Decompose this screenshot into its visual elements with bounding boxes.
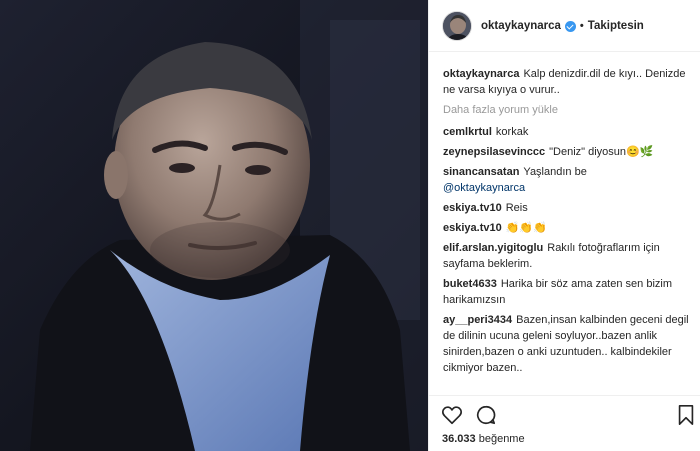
caption: oktaykaynarca Kalp denizdir.dil de kıyı..… bbox=[443, 66, 693, 98]
following-status-button[interactable]: Takiptesin bbox=[588, 20, 644, 32]
comment-text: 👏👏👏 bbox=[505, 222, 547, 234]
comment-username[interactable]: buket4633 bbox=[443, 278, 497, 290]
separator-dot: • bbox=[579, 19, 584, 32]
comment-username[interactable]: elif.arslan.yigitoglu bbox=[443, 242, 543, 254]
comment-item: eskiya.tv10 👏👏👏 bbox=[443, 220, 693, 236]
caption-username[interactable]: oktaykaynarca bbox=[443, 68, 519, 80]
instagram-post: oktaykaynarca • Takiptesin oktaykaynarca… bbox=[0, 0, 700, 451]
comment-mention-link[interactable]: @oktaykaynarca bbox=[443, 182, 525, 194]
comment-username[interactable]: zeynepsilasevinccc bbox=[443, 146, 545, 158]
likes-label: beğenme bbox=[478, 433, 525, 445]
load-more-comments-link[interactable]: Daha fazla yorum yükle bbox=[443, 104, 693, 116]
heart-icon[interactable] bbox=[441, 404, 463, 426]
comment-item: cemlkrtul korkak bbox=[443, 124, 693, 140]
comment-username[interactable]: eskiya.tv10 bbox=[443, 202, 502, 214]
comment-text: Reis bbox=[505, 202, 528, 214]
comment-text: "Deniz" diyosun😊🌿 bbox=[549, 146, 654, 158]
avatar-image bbox=[443, 11, 471, 40]
comment-item: elif.arslan.yigitoglu Rakılı fotoğrafları… bbox=[443, 240, 693, 272]
comment-username[interactable]: sinancansatan bbox=[443, 166, 519, 178]
post-photo[interactable] bbox=[0, 0, 428, 451]
comment-item: buket4633 Harika bir söz ama zaten sen bi… bbox=[443, 276, 693, 308]
action-bar bbox=[429, 395, 700, 429]
header-username[interactable]: oktaykaynarca bbox=[481, 20, 561, 32]
comment-item: sinancansatan Yaşlandın be @oktaykaynarca bbox=[443, 164, 693, 196]
comment-username[interactable]: ay__peri3434 bbox=[443, 314, 512, 326]
bookmark-icon[interactable] bbox=[675, 404, 697, 426]
comment-item: ay__peri3434 Bazen,insan kalbinden geceni… bbox=[443, 312, 693, 376]
post-side-panel: oktaykaynarca • Takiptesin oktaykaynarca… bbox=[428, 0, 700, 451]
comment-text: Yaşlandın be bbox=[523, 166, 587, 178]
portrait-image bbox=[0, 0, 428, 451]
post-header: oktaykaynarca • Takiptesin bbox=[429, 0, 700, 52]
comment-username[interactable]: eskiya.tv10 bbox=[443, 222, 502, 234]
comment-icon[interactable] bbox=[475, 404, 497, 426]
verified-badge-icon bbox=[564, 21, 576, 32]
likes-count[interactable]: 36.033 beğenme bbox=[442, 433, 525, 445]
comment-username[interactable]: cemlkrtul bbox=[443, 126, 492, 138]
comment-item: eskiya.tv10 Reis bbox=[443, 200, 693, 216]
comment-item: zeynepsilasevinccc "Deniz" diyosun😊🌿 bbox=[443, 144, 693, 160]
likes-number: 36.033 bbox=[442, 433, 476, 445]
comments-list: oktaykaynarca Kalp denizdir.dil de kıyı..… bbox=[443, 66, 693, 380]
comment-text: korkak bbox=[495, 126, 529, 138]
avatar[interactable] bbox=[442, 10, 472, 41]
